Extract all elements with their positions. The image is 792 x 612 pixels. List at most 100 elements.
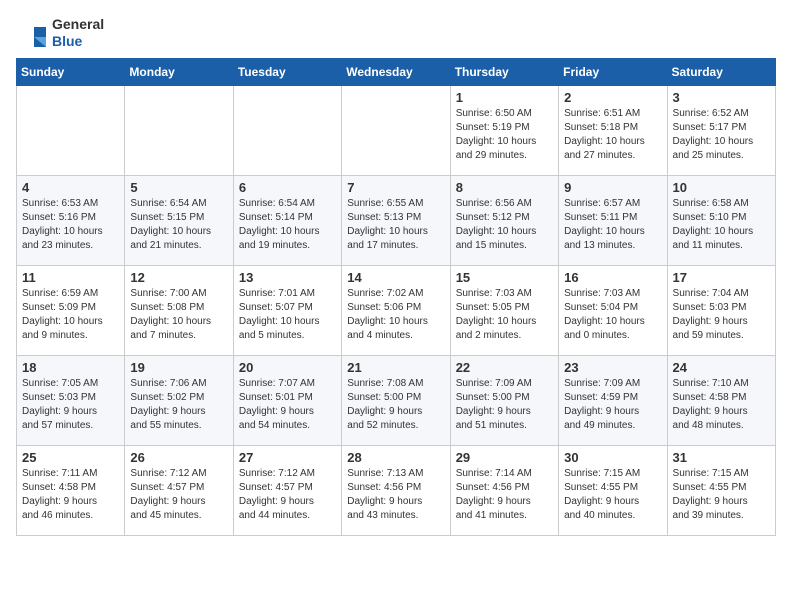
calendar-cell: 25 Sunrise: 7:11 AMSunset: 4:58 PMDayligh… [17,445,125,535]
day-number: 7 [347,180,444,195]
calendar-cell: 7 Sunrise: 6:55 AMSunset: 5:13 PMDaylight… [342,175,450,265]
calendar-cell: 30 Sunrise: 7:15 AMSunset: 4:55 PMDayligh… [559,445,667,535]
day-info: Sunrise: 7:12 AMSunset: 4:57 PMDaylight:… [130,467,227,523]
logo-blue: Blue [52,33,104,50]
day-number: 18 [22,360,119,375]
day-header-saturday: Saturday [667,58,775,85]
day-number: 25 [22,450,119,465]
day-number: 3 [673,90,770,105]
day-header-thursday: Thursday [450,58,558,85]
day-info: Sunrise: 7:10 AMSunset: 4:58 PMDaylight:… [673,377,770,433]
day-number: 12 [130,270,227,285]
day-info: Sunrise: 6:52 AMSunset: 5:17 PMDaylight:… [673,107,770,163]
calendar-cell: 3 Sunrise: 6:52 AMSunset: 5:17 PMDaylight… [667,85,775,175]
day-header-wednesday: Wednesday [342,58,450,85]
day-number: 5 [130,180,227,195]
day-header-tuesday: Tuesday [233,58,341,85]
day-info: Sunrise: 7:12 AMSunset: 4:57 PMDaylight:… [239,467,336,523]
day-number: 21 [347,360,444,375]
day-number: 27 [239,450,336,465]
calendar-cell: 27 Sunrise: 7:12 AMSunset: 4:57 PMDayligh… [233,445,341,535]
day-info: Sunrise: 7:09 AMSunset: 5:00 PMDaylight:… [456,377,553,433]
calendar-cell: 14 Sunrise: 7:02 AMSunset: 5:06 PMDayligh… [342,265,450,355]
logo-icon [16,17,48,49]
day-number: 17 [673,270,770,285]
day-info: Sunrise: 6:51 AMSunset: 5:18 PMDaylight:… [564,107,661,163]
calendar-week-row: 18 Sunrise: 7:05 AMSunset: 5:03 PMDayligh… [17,355,776,445]
calendar-cell: 1 Sunrise: 6:50 AMSunset: 5:19 PMDaylight… [450,85,558,175]
calendar-cell: 21 Sunrise: 7:08 AMSunset: 5:00 PMDayligh… [342,355,450,445]
day-number: 6 [239,180,336,195]
calendar-cell: 9Sunrise: 6:57 AMSunset: 5:11 PMDaylight… [559,175,667,265]
calendar-cell: 31Sunrise: 7:15 AMSunset: 4:55 PMDayligh… [667,445,775,535]
day-info: Sunrise: 7:13 AMSunset: 4:56 PMDaylight:… [347,467,444,523]
calendar-table: SundayMondayTuesdayWednesdayThursdayFrid… [16,58,776,536]
calendar-cell: 28 Sunrise: 7:13 AMSunset: 4:56 PMDayligh… [342,445,450,535]
calendar-cell: 18 Sunrise: 7:05 AMSunset: 5:03 PMDayligh… [17,355,125,445]
day-info: Sunrise: 7:08 AMSunset: 5:00 PMDaylight:… [347,377,444,433]
calendar-cell: 8 Sunrise: 6:56 AMSunset: 5:12 PMDaylight… [450,175,558,265]
calendar-cell: 22 Sunrise: 7:09 AMSunset: 5:00 PMDayligh… [450,355,558,445]
day-number: 16 [564,270,661,285]
day-header-friday: Friday [559,58,667,85]
calendar-week-row: 11 Sunrise: 6:59 AMSunset: 5:09 PMDayligh… [17,265,776,355]
day-info: Sunrise: 7:01 AMSunset: 5:07 PMDaylight:… [239,287,336,343]
day-info: Sunrise: 7:03 AMSunset: 5:04 PMDaylight:… [564,287,661,343]
day-number: 28 [347,450,444,465]
calendar-cell: 19Sunrise: 7:06 AMSunset: 5:02 PMDayligh… [125,355,233,445]
logo-general: General [52,16,104,33]
calendar-cell: 24 Sunrise: 7:10 AMSunset: 4:58 PMDayligh… [667,355,775,445]
calendar-cell: 20 Sunrise: 7:07 AMSunset: 5:01 PMDayligh… [233,355,341,445]
calendar-cell: 15 Sunrise: 7:03 AMSunset: 5:05 PMDayligh… [450,265,558,355]
day-header-monday: Monday [125,58,233,85]
calendar-cell: 12Sunrise: 7:00 AMSunset: 5:08 PMDayligh… [125,265,233,355]
day-info: Sunrise: 7:15 AMSunset: 4:55 PMDaylight:… [673,467,770,523]
day-number: 11 [22,270,119,285]
day-number: 24 [673,360,770,375]
calendar-cell: 5 Sunrise: 6:54 AMSunset: 5:15 PMDaylight… [125,175,233,265]
calendar-cell: 6Sunrise: 6:54 AMSunset: 5:14 PMDaylight… [233,175,341,265]
day-info: Sunrise: 6:53 AMSunset: 5:16 PMDaylight:… [22,197,119,253]
day-number: 9 [564,180,661,195]
page-header: General Blue [16,16,776,50]
day-info: Sunrise: 7:06 AMSunset: 5:02 PMDaylight:… [130,377,227,433]
calendar-cell: 29Sunrise: 7:14 AMSunset: 4:56 PMDayligh… [450,445,558,535]
day-info: Sunrise: 7:09 AMSunset: 4:59 PMDaylight:… [564,377,661,433]
day-number: 23 [564,360,661,375]
day-header-sunday: Sunday [17,58,125,85]
day-info: Sunrise: 7:11 AMSunset: 4:58 PMDaylight:… [22,467,119,523]
calendar-header-row: SundayMondayTuesdayWednesdayThursdayFrid… [17,58,776,85]
day-number: 30 [564,450,661,465]
day-number: 1 [456,90,553,105]
calendar-cell [17,85,125,175]
day-number: 20 [239,360,336,375]
calendar-week-row: 25 Sunrise: 7:11 AMSunset: 4:58 PMDayligh… [17,445,776,535]
day-number: 2 [564,90,661,105]
calendar-cell [342,85,450,175]
calendar-cell: 13Sunrise: 7:01 AMSunset: 5:07 PMDayligh… [233,265,341,355]
day-info: Sunrise: 6:54 AMSunset: 5:15 PMDaylight:… [130,197,227,253]
day-number: 4 [22,180,119,195]
day-info: Sunrise: 7:05 AMSunset: 5:03 PMDaylight:… [22,377,119,433]
logo: General Blue [16,16,104,50]
day-info: Sunrise: 7:03 AMSunset: 5:05 PMDaylight:… [456,287,553,343]
calendar-cell [125,85,233,175]
day-info: Sunrise: 6:55 AMSunset: 5:13 PMDaylight:… [347,197,444,253]
day-number: 14 [347,270,444,285]
calendar-cell: 11 Sunrise: 6:59 AMSunset: 5:09 PMDayligh… [17,265,125,355]
day-number: 8 [456,180,553,195]
calendar-cell: 10Sunrise: 6:58 AMSunset: 5:10 PMDayligh… [667,175,775,265]
day-info: Sunrise: 6:56 AMSunset: 5:12 PMDaylight:… [456,197,553,253]
day-number: 10 [673,180,770,195]
day-number: 26 [130,450,227,465]
day-info: Sunrise: 7:02 AMSunset: 5:06 PMDaylight:… [347,287,444,343]
day-info: Sunrise: 6:59 AMSunset: 5:09 PMDaylight:… [22,287,119,343]
day-info: Sunrise: 7:15 AMSunset: 4:55 PMDaylight:… [564,467,661,523]
calendar-week-row: 4 Sunrise: 6:53 AMSunset: 5:16 PMDaylight… [17,175,776,265]
day-number: 15 [456,270,553,285]
day-info: Sunrise: 7:07 AMSunset: 5:01 PMDaylight:… [239,377,336,433]
day-info: Sunrise: 6:50 AMSunset: 5:19 PMDaylight:… [456,107,553,163]
calendar-cell: 17Sunrise: 7:04 AMSunset: 5:03 PMDayligh… [667,265,775,355]
day-number: 22 [456,360,553,375]
calendar-cell: 4 Sunrise: 6:53 AMSunset: 5:16 PMDaylight… [17,175,125,265]
